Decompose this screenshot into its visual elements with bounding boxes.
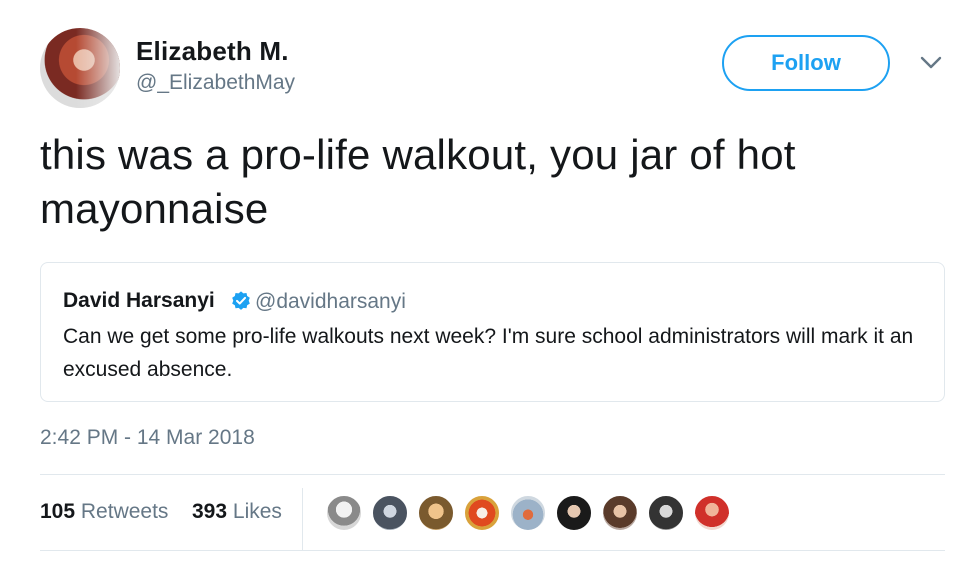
author-handle[interactable]: @_ElizabethMay (136, 71, 295, 95)
retweets-stat[interactable]: 105 Retweets (40, 500, 168, 524)
liker-avatar[interactable] (325, 494, 363, 532)
retweets-count: 105 (40, 500, 76, 523)
chevron-down-icon[interactable] (918, 50, 944, 76)
liker-avatar[interactable] (601, 494, 639, 532)
quoted-tweet[interactable]: David Harsanyi @davidharsanyi Can we get… (40, 262, 945, 402)
liker-avatar[interactable] (509, 494, 547, 532)
likes-count: 393 (192, 500, 228, 523)
quoted-author-name: David Harsanyi (63, 289, 215, 312)
likes-stat[interactable]: 393 Likes (192, 500, 282, 524)
tweet-text: this was a pro-life walkout, you jar of … (40, 131, 796, 232)
quoted-author-handle: @davidharsanyi (255, 290, 406, 313)
likes-label: Likes (232, 500, 282, 523)
liker-avatar[interactable] (417, 494, 455, 532)
divider-bottom (40, 550, 945, 551)
liker-avatar[interactable] (555, 494, 593, 532)
liker-avatar[interactable] (463, 494, 501, 532)
verified-badge-icon (232, 291, 250, 310)
retweets-label: Retweets (80, 500, 169, 523)
liker-avatar[interactable] (647, 494, 685, 532)
quoted-tweet-text: Can we get some pro-life walkouts next w… (63, 325, 914, 381)
chevron-down-icon-svg (920, 56, 942, 69)
liker-avatar[interactable] (371, 494, 409, 532)
liker-avatar[interactable] (693, 494, 731, 532)
follow-button[interactable]: Follow (722, 35, 890, 91)
author-avatar[interactable] (40, 28, 120, 108)
tweet-header: Elizabeth M. @_ElizabethMay Follow (40, 28, 960, 108)
author-name[interactable]: Elizabeth M. (136, 36, 289, 67)
stats-separator (302, 488, 303, 550)
tweet-timestamp[interactable]: 2:42 PM - 14 Mar 2018 (40, 426, 255, 450)
tweet-stats: 105 Retweets 393 Likes (40, 474, 945, 550)
